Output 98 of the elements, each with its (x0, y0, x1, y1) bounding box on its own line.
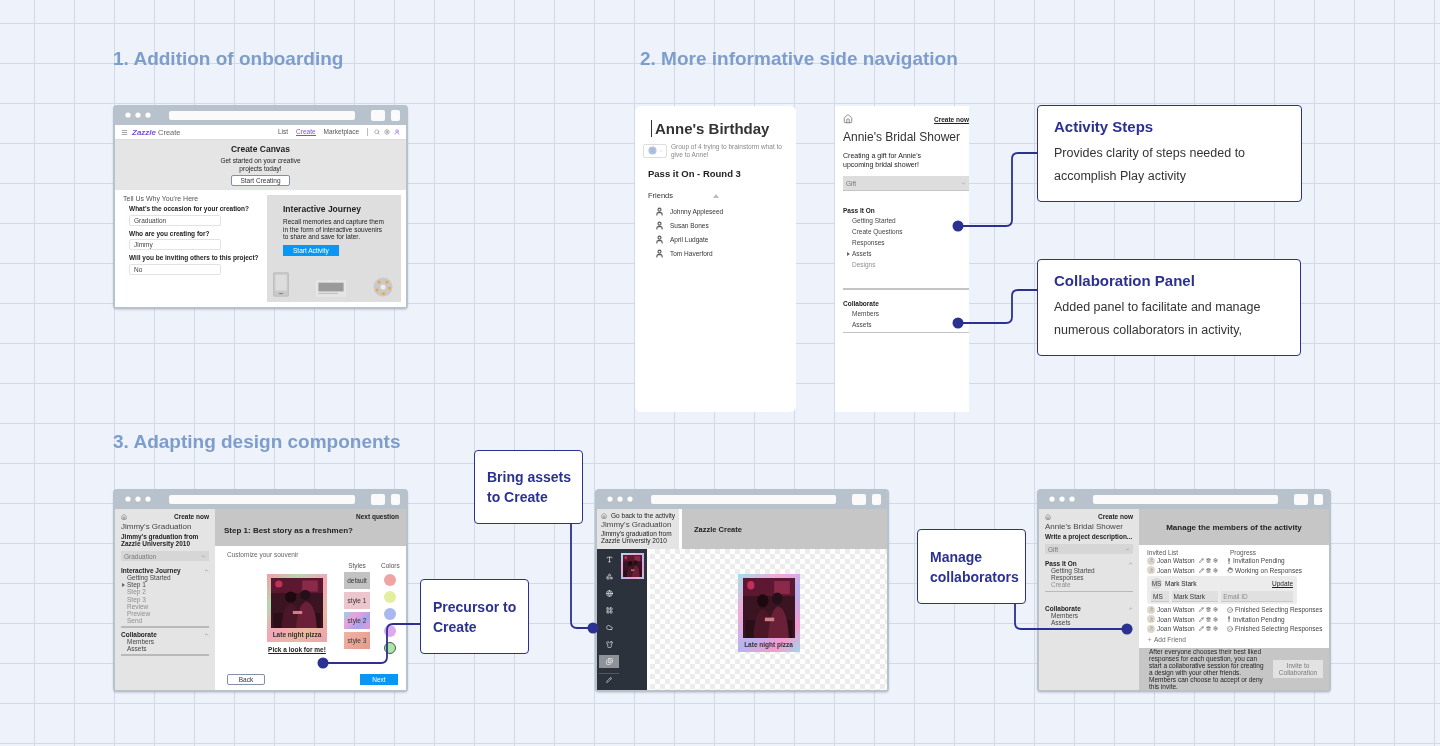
edit-icon[interactable] (1199, 607, 1204, 613)
caret-icon (658, 148, 663, 153)
window-dots-icon (607, 496, 633, 502)
caret-icon (201, 553, 206, 559)
exclamation-icon (1227, 616, 1231, 623)
collapse-icon[interactable] (1128, 561, 1133, 566)
collapse-icon[interactable] (713, 193, 719, 198)
person-icon (655, 207, 664, 216)
caret-icon (1125, 546, 1130, 552)
search-icon[interactable] (374, 129, 380, 135)
window-button[interactable] (391, 109, 400, 121)
shapes-icon (605, 573, 613, 580)
settings-icon[interactable] (384, 129, 390, 135)
tool-button[interactable] (599, 673, 619, 686)
edit-icon[interactable] (1199, 616, 1204, 622)
text-icon (605, 556, 613, 563)
delete-icon[interactable] (1206, 607, 1211, 613)
settings-icon[interactable] (1213, 558, 1218, 564)
current-marker-icon (122, 582, 125, 587)
project-title: Annie's Bridal Shower (1045, 522, 1124, 531)
callout-text: Added panel to facilitate and manage numerous collaborators in activity, (1054, 299, 1262, 339)
user-icon[interactable] (394, 129, 400, 135)
delete-icon[interactable] (1206, 616, 1211, 622)
project-title: Jimmy's Graduation (121, 522, 193, 531)
address-bar[interactable] (169, 110, 355, 120)
callout-title: Activity Steps (1054, 117, 1155, 137)
window-button[interactable] (1314, 493, 1323, 505)
collapse-icon[interactable] (204, 631, 209, 637)
section-heading: 2. More informative side navigation (640, 48, 958, 70)
plus-icon (1147, 636, 1152, 642)
project-title: Annie's Bridal Shower (843, 130, 962, 144)
hero-title: Create Canvas (230, 144, 291, 154)
home-icon[interactable] (601, 512, 607, 519)
window-dots-icon (125, 112, 151, 118)
color-swatch[interactable] (384, 574, 397, 586)
edit-icon[interactable] (1199, 558, 1204, 564)
edit-icon[interactable] (1199, 626, 1204, 632)
address-bar[interactable] (1093, 494, 1278, 504)
window-dots-icon (125, 496, 151, 502)
project-title: Jimmy's Graduation (601, 520, 673, 529)
journey-title: Interactive Journey (283, 204, 362, 214)
globe-icon (647, 146, 657, 155)
check-circle-icon (1227, 606, 1233, 613)
window-button[interactable] (1294, 493, 1308, 505)
window-dots-icon (1049, 496, 1075, 502)
emoji-picker[interactable] (643, 143, 667, 158)
pencil-icon (606, 677, 612, 683)
section-heading: 1. Addition of onboarding (113, 48, 344, 70)
thumbnail-card[interactable] (621, 553, 644, 579)
home-icon[interactable] (121, 513, 127, 520)
hand-icon (1227, 567, 1233, 574)
section-heading: 3. Adapting design components (113, 431, 401, 453)
round-title: Pass it On - Round 3 (648, 168, 742, 179)
exclamation-icon (1227, 557, 1231, 564)
settings-icon[interactable] (1213, 616, 1218, 622)
window-button[interactable] (371, 493, 385, 505)
collapse-icon[interactable] (204, 568, 209, 573)
delete-icon[interactable] (1206, 567, 1211, 573)
callout-text: Provides clarity of steps needed to accomplish Play activity (1054, 145, 1247, 185)
logo-wordmark: Zazzle (132, 127, 156, 137)
shirt-icon (605, 641, 613, 648)
delete-icon[interactable] (1206, 558, 1211, 564)
delete-icon[interactable] (1206, 626, 1211, 632)
address-bar[interactable] (651, 494, 836, 504)
menu-icon[interactable] (121, 128, 128, 136)
window-button[interactable] (391, 493, 400, 505)
question-title: Step 1: Best story as a freshmen? (224, 526, 354, 535)
project-title: Anne's Birthday (651, 120, 788, 137)
window-button[interactable] (852, 493, 866, 505)
person-icon (655, 235, 664, 244)
check-circle-icon (1227, 625, 1233, 632)
home-icon[interactable] (1045, 513, 1051, 520)
callout-title: Bring assets to Create (487, 468, 572, 507)
globe-icon (605, 590, 613, 597)
settings-icon[interactable] (1213, 626, 1218, 632)
person-icon (655, 221, 664, 230)
tablet-drawing (273, 272, 289, 297)
home-icon[interactable] (843, 114, 853, 124)
cloud-icon (605, 624, 613, 631)
grid-icon (605, 607, 613, 614)
images-icon (605, 658, 613, 665)
wheel-drawing (373, 277, 393, 297)
address-bar[interactable] (169, 494, 355, 504)
settings-icon[interactable] (1213, 567, 1218, 573)
current-marker-icon (847, 251, 850, 256)
callout-title: Collaboration Panel (1054, 271, 1196, 291)
color-swatch[interactable] (384, 591, 397, 603)
window-button[interactable] (371, 109, 385, 121)
settings-icon[interactable] (1213, 607, 1218, 613)
color-swatch[interactable] (384, 608, 397, 620)
card-drawing (316, 280, 346, 297)
callout-title: Precursor to Create (433, 597, 518, 637)
edit-icon[interactable] (1199, 567, 1204, 573)
person-icon (655, 249, 664, 258)
caret-icon (961, 180, 966, 186)
members-title: Manage the members of the activity (1166, 522, 1302, 532)
window-button[interactable] (872, 493, 881, 505)
collapse-icon[interactable] (1128, 606, 1133, 612)
